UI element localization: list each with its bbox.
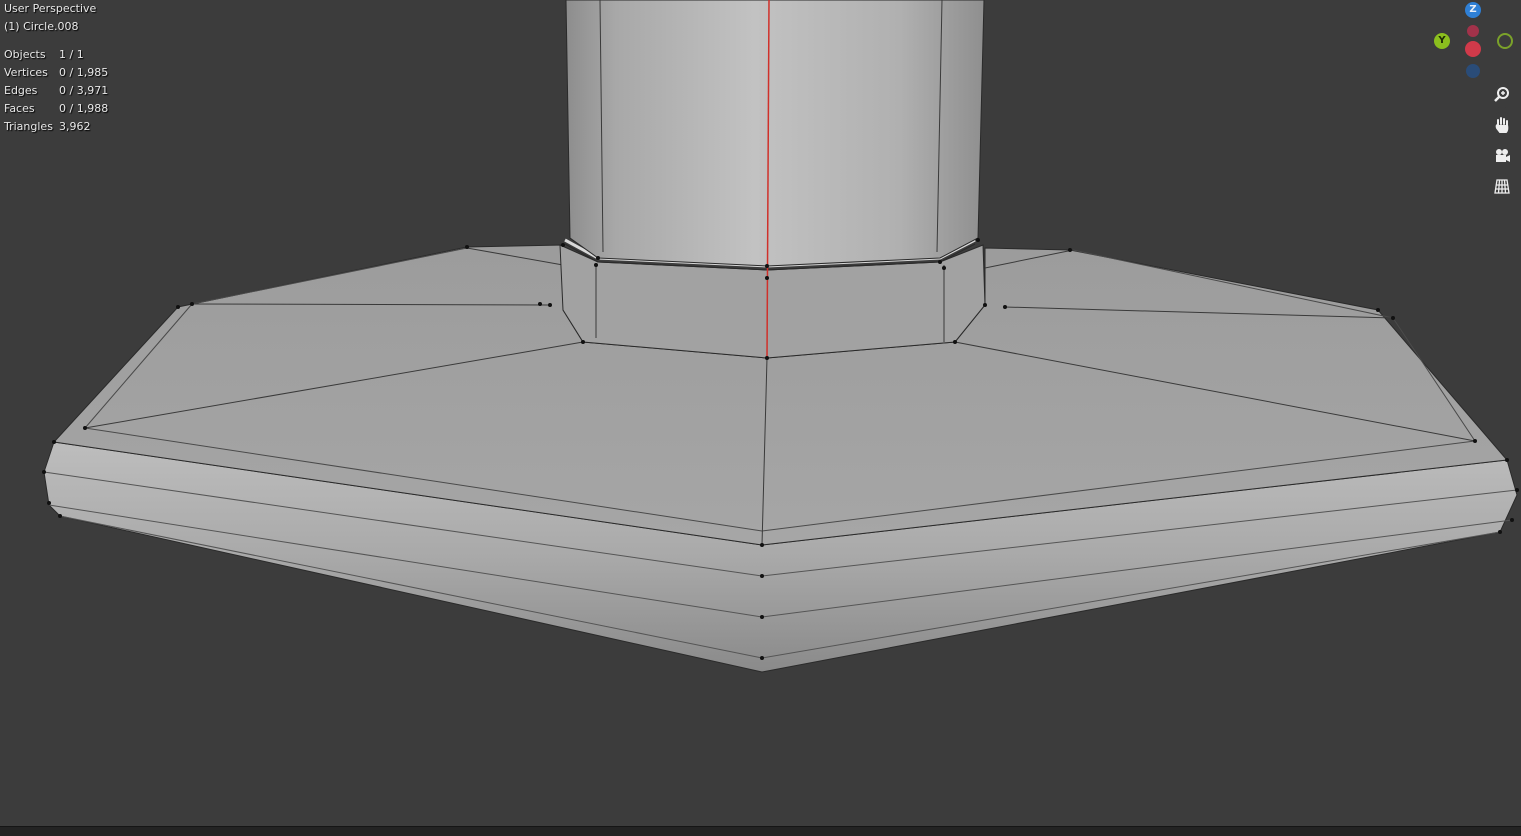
- stat-row: Triangles 3,962: [4, 118, 108, 136]
- stat-row: Objects 1 / 1: [4, 46, 108, 64]
- stat-row: Faces 0 / 1,988: [4, 100, 108, 118]
- stats-panel: Objects 1 / 1 Vertices 0 / 1,985 Edges 0…: [4, 46, 108, 136]
- camera-icon: [1496, 149, 1510, 162]
- stat-value: 1 / 1: [59, 48, 84, 61]
- navigation-gizmo[interactable]: Z Y: [1428, 0, 1521, 85]
- object-name: (1) Circle.008: [4, 20, 79, 33]
- stat-label: Edges: [4, 84, 38, 97]
- stat-label: Objects: [4, 48, 46, 61]
- viewport-info: User Perspective (1) Circle.008 Objects …: [4, 0, 108, 136]
- stat-value: 3,962: [59, 120, 91, 133]
- column-shaft: [565, 0, 985, 267]
- neg-x-axis-handle[interactable]: [1467, 25, 1479, 37]
- stat-value: 0 / 3,971: [59, 84, 109, 97]
- stat-label: Vertices: [4, 66, 48, 79]
- zoom-icon: [1494, 87, 1509, 102]
- x-axis-handle[interactable]: [1465, 41, 1481, 57]
- hand-pan-icon: [1495, 117, 1509, 133]
- pan-button[interactable]: [1489, 112, 1515, 138]
- grid-icon: [1494, 179, 1510, 194]
- mesh-scene: [42, 0, 1519, 673]
- stat-label: Faces: [4, 102, 35, 115]
- z-axis-handle[interactable]: Z: [1465, 2, 1481, 18]
- neg-y-axis-handle[interactable]: [1497, 33, 1513, 49]
- stat-value: 0 / 1,985: [59, 66, 109, 79]
- y-axis-handle[interactable]: Y: [1434, 33, 1450, 49]
- stat-value: 0 / 1,988: [59, 102, 109, 115]
- view-name: User Perspective: [4, 2, 97, 15]
- stat-label: Triangles: [4, 120, 53, 133]
- camera-button[interactable]: [1489, 143, 1515, 169]
- ortho-toggle-button[interactable]: [1489, 173, 1515, 199]
- stat-row: Vertices 0 / 1,985: [4, 64, 108, 82]
- 3d-viewport[interactable]: User Perspective (1) Circle.008 Objects …: [0, 0, 1521, 836]
- neg-z-axis-handle[interactable]: [1466, 64, 1480, 78]
- zoom-button[interactable]: [1489, 82, 1515, 108]
- stat-row: Edges 0 / 3,971: [4, 82, 108, 100]
